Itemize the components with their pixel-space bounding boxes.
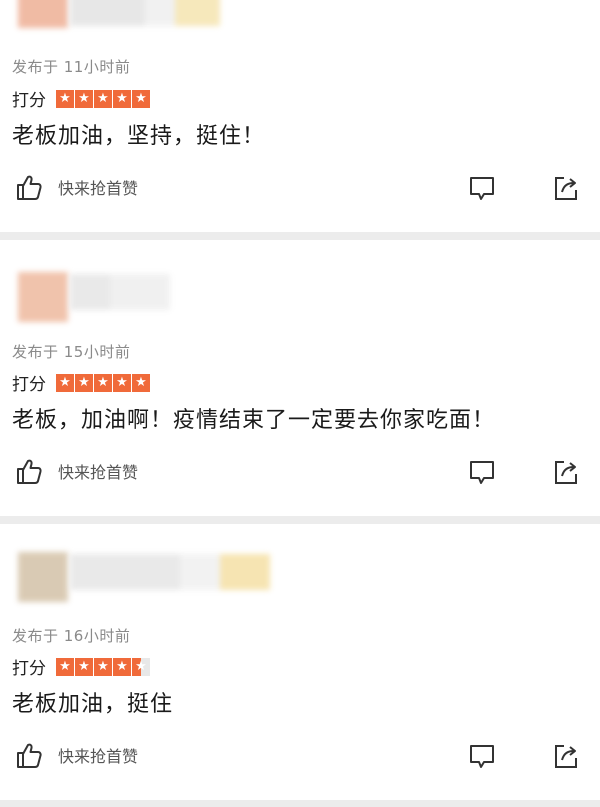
star-icon: ★ [56,89,74,108]
avatar[interactable] [18,552,68,602]
action-bar: 快来抢首赞 [0,172,600,212]
review-card: 发布于 15小时前 打分 ★ ★ ★ ★ ★ 老板，加油啊！疫情结束了一定要去你… [0,240,600,516]
username-blurred[interactable] [70,0,220,26]
star-icon: ★ [56,373,74,392]
half-star-icon: ★ [132,657,150,676]
rating-row: 打分 ★ ★ ★ ★ ★ [12,654,151,679]
star-icon: ★ [132,373,150,392]
comment-text: 老板，加油啊！疫情结束了一定要去你家吃面！ [12,408,496,433]
rating-label: 打分 [12,659,46,679]
thumbs-up-icon [17,175,42,200]
star-icon: ★ [94,657,112,676]
like-label: 快来抢首赞 [58,179,139,198]
star-icon: ★ [75,657,93,676]
like-label: 快来抢首赞 [58,747,139,766]
action-bar: 快来抢首赞 [0,740,600,780]
publish-time: 发布于 15小时前 [12,343,131,361]
star-icon: ★ [94,373,112,392]
star-icon: ★ [94,89,112,108]
share-icon[interactable] [552,742,580,770]
like-label: 快来抢首赞 [58,463,139,482]
publish-time: 发布于 16小时前 [12,627,131,645]
star-icon: ★ [113,657,131,676]
star-icon: ★ [113,373,131,392]
like-button[interactable]: 快来抢首赞 [14,456,138,486]
action-bar: 快来抢首赞 [0,456,600,496]
star-rating: ★ ★ ★ ★ ★ [56,657,151,676]
share-icon[interactable] [552,174,580,202]
comment-text: 老板加油，坚持，挺住！ [12,124,266,149]
rating-row: 打分 ★ ★ ★ ★ ★ [12,370,151,395]
thumbs-up-icon [17,743,42,768]
star-icon: ★ [75,89,93,108]
like-button[interactable]: 快来抢首赞 [14,740,138,770]
comment-text: 老板加油，挺住 [12,692,174,717]
review-card: 发布于 11小时前 打分 ★ ★ ★ ★ ★ 老板加油，坚持，挺住！ 快来抢首赞 [0,0,600,232]
publish-time: 发布于 11小时前 [12,58,131,76]
star-icon: ★ [132,89,150,108]
username-blurred[interactable] [70,554,270,590]
star-rating: ★ ★ ★ ★ ★ [56,373,151,392]
rating-label: 打分 [12,375,46,395]
star-icon: ★ [113,89,131,108]
share-icon[interactable] [552,458,580,486]
star-icon: ★ [56,657,74,676]
comment-icon[interactable] [468,742,496,770]
rating-row: 打分 ★ ★ ★ ★ ★ [12,86,151,111]
thumbs-up-icon [17,459,42,484]
like-button[interactable]: 快来抢首赞 [14,172,138,202]
star-icon: ★ [75,373,93,392]
comment-icon[interactable] [468,174,496,202]
avatar[interactable] [18,0,68,28]
review-card: 发布于 16小时前 打分 ★ ★ ★ ★ ★ 老板加油，挺住 快来抢首赞 [0,524,600,800]
star-rating: ★ ★ ★ ★ ★ [56,89,151,108]
avatar[interactable] [18,272,68,322]
username-blurred[interactable] [70,274,170,310]
comment-icon[interactable] [468,458,496,486]
rating-label: 打分 [12,91,46,111]
